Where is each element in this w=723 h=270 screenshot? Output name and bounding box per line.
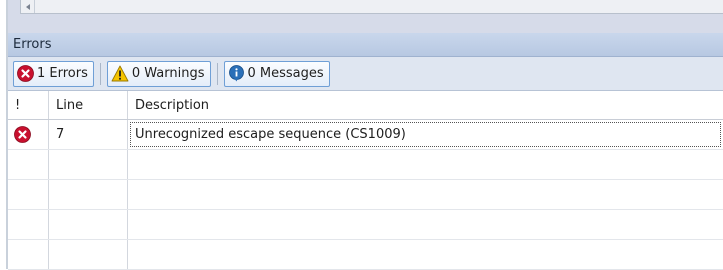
messages-filter-label: 0 Messages [247, 66, 324, 81]
column-header-severity[interactable]: ! [8, 91, 49, 119]
column-header-description[interactable]: Description [128, 91, 723, 119]
table-row[interactable]: 7 Unrecognized escape sequence (CS1009) [8, 120, 723, 150]
editor-region [8, 0, 723, 33]
horizontal-scrollbar[interactable] [20, 0, 723, 14]
error-grid-header: ! Line Description [8, 91, 723, 120]
warnings-filter-button[interactable]: 0 Warnings [106, 60, 211, 87]
messages-filter-button[interactable]: 0 Messages [223, 60, 330, 87]
error-icon [17, 65, 34, 82]
errors-filter-label: 1 Errors [37, 66, 88, 81]
error-list-toolbar: 1 Errors 0 Warnings 0 Messages [8, 57, 723, 91]
table-row [8, 240, 723, 270]
row-description-cell: Unrecognized escape sequence (CS1009) [128, 120, 723, 149]
row-severity-cell [8, 120, 49, 149]
warning-icon [111, 65, 129, 82]
row-line-cell: 7 [49, 120, 128, 149]
column-header-line[interactable]: Line [49, 91, 128, 119]
scroll-left-icon[interactable] [21, 0, 35, 13]
toolbar-separator [216, 62, 218, 85]
table-row [8, 180, 723, 210]
warnings-filter-label: 0 Warnings [131, 66, 205, 81]
table-row [8, 210, 723, 240]
table-row [8, 150, 723, 180]
info-icon [228, 65, 245, 82]
panel-title: Errors [8, 33, 723, 57]
toolbar-separator [99, 62, 101, 85]
error-list-panel: Errors 1 Errors 0 Warnings 0 Messages ! … [8, 33, 723, 270]
error-icon [14, 126, 31, 143]
errors-filter-button[interactable]: 1 Errors [13, 60, 94, 87]
